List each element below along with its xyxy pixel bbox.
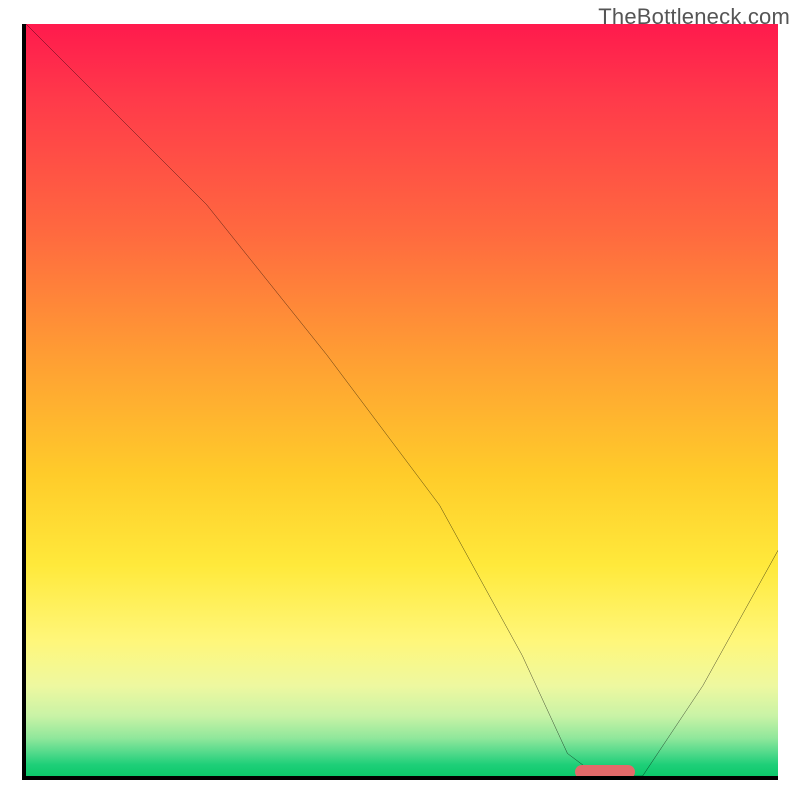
bottleneck-curve <box>26 24 778 776</box>
optimal-marker <box>575 765 635 779</box>
chart-plot-area <box>22 24 778 780</box>
